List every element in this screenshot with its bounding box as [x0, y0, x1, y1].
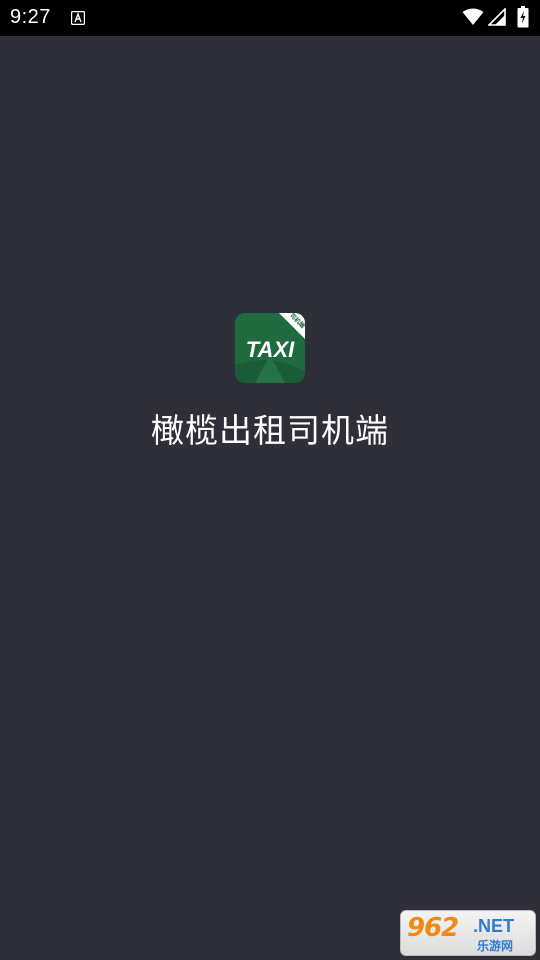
- logo-text: TAXI: [246, 337, 295, 362]
- watermark-subtitle: 乐游网: [477, 939, 514, 953]
- status-bar: 9:27: [0, 0, 540, 36]
- watermark-number: 962: [407, 913, 459, 943]
- watermark-domain: .NET: [473, 916, 515, 936]
- cell-signal-icon: [488, 8, 506, 26]
- accessibility-a-icon: [71, 11, 85, 25]
- status-time: 9:27: [10, 6, 51, 28]
- app-title: 橄榄出租司机端: [151, 411, 389, 450]
- app-logo: 司机端 TAXI: [235, 313, 305, 383]
- battery-charging-icon: [517, 6, 529, 28]
- wifi-icon: [462, 8, 484, 25]
- site-watermark: 962 .NET 乐游网: [400, 910, 536, 956]
